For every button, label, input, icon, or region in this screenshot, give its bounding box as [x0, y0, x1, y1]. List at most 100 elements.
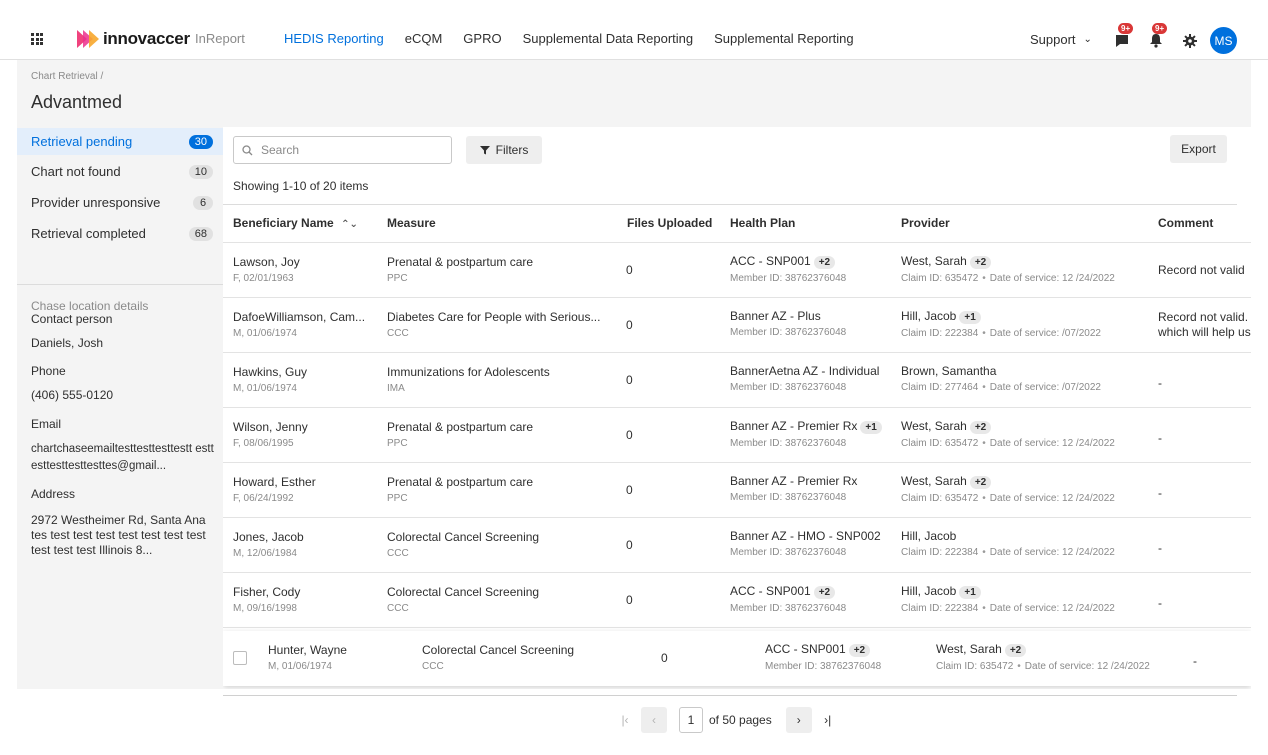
filters-button[interactable]: Filters	[466, 136, 542, 164]
separator-dot: •	[982, 493, 986, 504]
table-row[interactable]: Jones, Jacob M, 12/06/1984 Colorectal Canc…	[223, 518, 1251, 573]
more-providers-badge[interactable]: +2	[1004, 644, 1027, 657]
claim-id: Claim ID: 222384	[901, 547, 979, 558]
files-uploaded-count: 0	[626, 318, 633, 332]
comment-cell: -	[1158, 541, 1162, 556]
search-input[interactable]	[261, 143, 441, 157]
user-avatar[interactable]: MS	[1210, 27, 1237, 54]
status-filter-retrieval-pending[interactable]: Retrieval pending 30	[17, 128, 223, 155]
more-providers-badge[interactable]: +1	[959, 311, 981, 324]
comment-text: Record not valid.	[1158, 310, 1249, 324]
nav-gpro[interactable]: GPRO	[463, 31, 501, 46]
beneficiary-cell[interactable]: Wilson, Jenny F, 08/06/1995	[233, 420, 308, 449]
brand-logo[interactable]: innovaccer	[77, 29, 190, 49]
last-page-icon[interactable]: ›|	[815, 707, 841, 733]
claim-id: Claim ID: 277464	[901, 382, 979, 393]
table-row[interactable]: Fisher, Cody M, 09/16/1998 Colorectal Canc…	[223, 573, 1251, 628]
provider-cell: West, Sarah +2 Claim ID: 635472 • Date of se…	[936, 642, 1150, 672]
chase-location-heading: Chase location details	[31, 299, 149, 313]
beneficiary-cell[interactable]: DafoeWilliamson, Cam... M, 01/06/1974	[233, 310, 365, 339]
beneficiary-demographics: M, 01/06/1974	[233, 328, 297, 339]
first-page-icon[interactable]: |‹	[612, 707, 638, 733]
support-dropdown[interactable]: Support ⌄	[1030, 32, 1092, 47]
more-providers-badge[interactable]: +2	[969, 421, 992, 434]
breadcrumb[interactable]: Chart Retrieval /	[31, 71, 103, 82]
column-header-measure: Measure	[387, 216, 436, 230]
member-id: Member ID: 38762376048	[730, 327, 847, 338]
beneficiary-cell[interactable]: Howard, Esther F, 06/24/1992	[233, 475, 316, 504]
chevron-down-icon: ⌄	[1083, 34, 1092, 45]
sort-icon[interactable]: ⌃⌄	[341, 219, 358, 230]
notifications-button[interactable]: 9+	[1148, 23, 1170, 51]
date-of-service: Date of service: /07/2022	[989, 328, 1101, 339]
search-box[interactable]	[233, 136, 452, 164]
table-row[interactable]: Howard, Esther F, 06/24/1992 Prenatal & po…	[223, 463, 1251, 518]
more-providers-badge[interactable]: +2	[969, 256, 992, 269]
gear-icon	[1183, 34, 1197, 48]
measure-name: Diabetes Care for People with Serious...	[387, 310, 601, 324]
notifications-badge: 9+	[1152, 23, 1168, 34]
export-button[interactable]: Export	[1170, 135, 1227, 163]
filter-icon	[479, 146, 490, 155]
page-number-input[interactable]: 1	[679, 707, 703, 733]
page-header: Chart Retrieval / Advantmed	[17, 60, 1251, 127]
table-row[interactable]: Wilson, Jenny F, 08/06/1995 Prenatal & pos…	[223, 408, 1251, 463]
beneficiary-cell[interactable]: Hawkins, Guy M, 01/06/1974	[233, 365, 307, 394]
more-providers-badge[interactable]: +2	[969, 476, 992, 489]
address-value: 2972 Westheimer Rd, Santa Ana tes test t…	[31, 513, 206, 557]
table-row[interactable]: DafoeWilliamson, Cam... M, 01/06/1974 Diab…	[223, 298, 1251, 353]
column-header-comment: Comment	[1158, 216, 1214, 230]
separator-dot: •	[982, 273, 986, 284]
status-filter-label: Retrieval pending	[31, 134, 133, 149]
nav-hedis-reporting[interactable]: HEDIS Reporting	[284, 31, 384, 46]
nav-supplemental-data-reporting[interactable]: Supplemental Data Reporting	[523, 31, 694, 46]
provider-name: West, Sarah	[901, 474, 967, 488]
files-uploaded-count: 0	[626, 483, 633, 497]
beneficiary-cell[interactable]: Lawson, Joy F, 02/01/1963	[233, 255, 300, 284]
table-row[interactable]: Hunter, Wayne M, 01/06/1974 Colorectal Can…	[223, 631, 1251, 686]
comment-cell: Record not valid. which will help us	[1158, 310, 1251, 340]
files-uploaded-count: 0	[626, 428, 633, 442]
provider-cell: West, Sarah +2 Claim ID: 635472 • Date of se…	[901, 474, 1115, 504]
contact-person-label: Contact person	[31, 312, 113, 326]
status-filter-label: Retrieval completed	[31, 226, 146, 241]
more-plans-badge[interactable]: +2	[813, 256, 836, 269]
previous-page-button[interactable]: ‹	[641, 707, 667, 733]
more-plans-badge[interactable]: +2	[813, 586, 836, 599]
column-header-beneficiary[interactable]: Beneficiary Name ⌃⌄	[233, 216, 358, 230]
beneficiary-name: Hunter, Wayne	[268, 643, 347, 657]
column-header-label: Beneficiary Name	[233, 216, 334, 230]
table-body: Lawson, Joy F, 02/01/1963 Prenatal & postp…	[223, 243, 1251, 689]
beneficiary-demographics: F, 06/24/1992	[233, 493, 294, 504]
more-plans-badge[interactable]: +1	[860, 421, 882, 434]
table-row[interactable]: Lawson, Joy F, 02/01/1963 Prenatal & postp…	[223, 243, 1251, 298]
more-plans-badge[interactable]: +2	[848, 644, 871, 657]
next-page-button[interactable]: ›	[785, 707, 812, 733]
status-count-badge: 68	[188, 226, 213, 241]
row-checkbox[interactable]	[233, 651, 247, 665]
measure-name: Prenatal & postpartum care	[387, 255, 534, 269]
table-row[interactable]: Hawkins, Guy M, 01/06/1974 Immunizations f…	[223, 353, 1251, 408]
claim-id: Claim ID: 635472	[936, 661, 1014, 672]
separator-dot: •	[982, 547, 986, 558]
more-providers-badge[interactable]: +1	[959, 586, 981, 599]
status-filter-retrieval-completed[interactable]: Retrieval completed 68	[17, 220, 223, 247]
comment-cell: Record not valid	[1158, 263, 1245, 278]
settings-button[interactable]	[1180, 29, 1202, 51]
status-filter-chart-not-found[interactable]: Chart not found 10	[17, 158, 223, 185]
nav-ecqm[interactable]: eCQM	[405, 31, 443, 46]
date-of-service: Date of service: 12 /24/2022	[989, 603, 1115, 614]
logo-text: innovaccer	[103, 29, 190, 48]
provider-cell: West, Sarah +2 Claim ID: 635472 • Date of se…	[901, 419, 1115, 449]
beneficiary-cell[interactable]: Hunter, Wayne M, 01/06/1974	[268, 643, 347, 672]
beneficiary-cell[interactable]: Fisher, Cody M, 09/16/1998	[233, 585, 300, 614]
beneficiary-cell[interactable]: Jones, Jacob M, 12/06/1984	[233, 530, 304, 559]
health-plan-name: Banner AZ - HMO - SNP002	[730, 529, 881, 543]
member-id: Member ID: 38762376048	[730, 492, 847, 503]
messages-button[interactable]: 9+	[1114, 23, 1136, 51]
app-switcher-grid-icon[interactable]	[31, 33, 43, 45]
nav-supplemental-reporting[interactable]: Supplemental Reporting	[714, 31, 853, 46]
status-count-badge: 6	[193, 195, 213, 210]
status-filter-provider-unresponsive[interactable]: Provider unresponsive 6	[17, 189, 223, 216]
claim-id: Claim ID: 635472	[901, 493, 979, 504]
